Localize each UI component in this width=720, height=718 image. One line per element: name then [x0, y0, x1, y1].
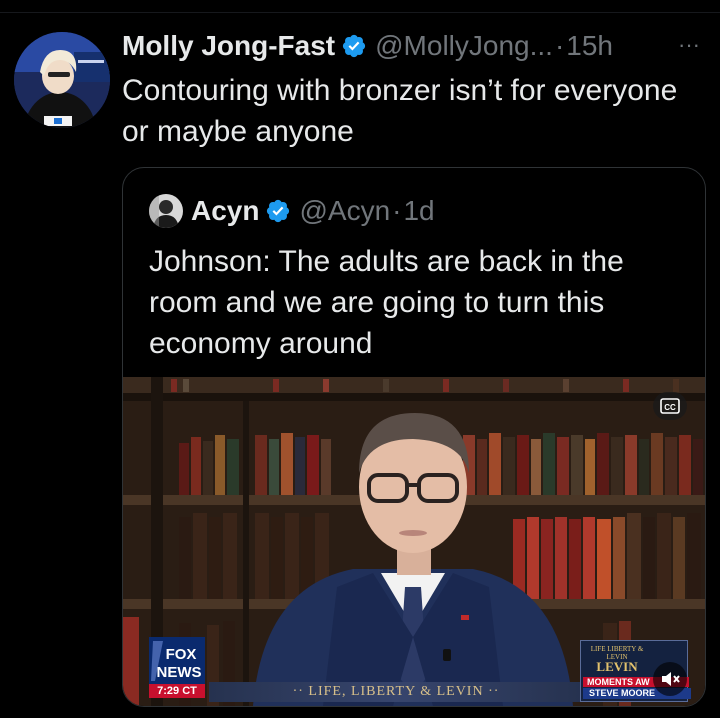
- separator-dot: ·: [554, 30, 565, 61]
- quoted-verified-badge-icon: [267, 199, 290, 223]
- promo-title: LEVIN: [596, 659, 638, 674]
- quoted-author-avatar[interactable]: [149, 194, 183, 228]
- tweet-text: Contouring with bronzer isn’t for everyo…: [122, 74, 678, 148]
- tweet-header: Molly Jong-Fast @MollyJong... · 15h: [122, 28, 613, 64]
- cc-label: CC: [664, 403, 676, 412]
- quoted-separator-dot: ·: [392, 195, 402, 226]
- quoted-tweet-header: Acyn @Acyn · 1d: [149, 192, 435, 230]
- quoted-tweet-card[interactable]: Acyn @Acyn · 1d Johnson: The adults are …: [122, 167, 706, 707]
- quoted-author-name[interactable]: Acyn: [191, 195, 259, 227]
- fox-logo-line1: FOX: [166, 646, 197, 663]
- quoted-tweet-text: Johnson: The adults are back in the room…: [149, 245, 624, 360]
- more-icon[interactable]: ···: [676, 32, 702, 58]
- lower-third-banner: ·· LIFE, LIBERTY & LEVIN ··: [209, 682, 583, 702]
- avatar-image: [14, 32, 110, 128]
- closed-captions-icon[interactable]: CC: [653, 392, 687, 420]
- fox-logo-line2: NEWS: [157, 664, 202, 681]
- quoted-timestamp[interactable]: 1d: [403, 195, 434, 227]
- author-name[interactable]: Molly Jong-Fast: [122, 30, 335, 62]
- mute-icon[interactable]: [653, 662, 687, 696]
- top-divider: [0, 12, 720, 13]
- author-avatar[interactable]: [14, 32, 110, 128]
- quoted-avatar-image: [149, 194, 183, 228]
- broadcast-clock: 7:29 CT: [149, 684, 205, 698]
- author-handle[interactable]: @MollyJong...: [375, 30, 553, 62]
- tweet-timestamp[interactable]: 15h: [566, 30, 613, 62]
- quoted-author-handle[interactable]: @Acyn: [299, 195, 390, 227]
- verified-badge-icon: [343, 34, 366, 58]
